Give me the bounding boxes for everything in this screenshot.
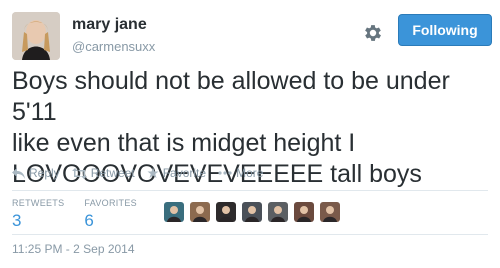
favoriter-avatars <box>164 202 346 222</box>
divider <box>12 190 488 191</box>
favorites-count[interactable]: 6 <box>84 211 137 231</box>
favoriter-avatar[interactable] <box>242 202 262 222</box>
reply-icon <box>12 167 25 179</box>
tweet-actions: Reply Retweet Favorite More <box>12 166 275 180</box>
favorite-action[interactable]: Favorite <box>147 166 206 180</box>
retweets-count[interactable]: 3 <box>12 211 64 231</box>
user-handle[interactable]: @carmensuxx <box>72 39 155 54</box>
tweet-header: mary jane @carmensuxx Following <box>12 12 492 60</box>
more-dots-icon <box>218 171 232 175</box>
reply-label: Reply <box>29 166 60 180</box>
favoriter-avatar[interactable] <box>216 202 236 222</box>
retweets-label: RETWEETS <box>12 198 65 208</box>
tweet-timestamp[interactable]: 11:25 PM - 2 Sep 2014 <box>12 242 135 256</box>
tweet-stats: RETWEETS 3 FAVORITES 6 <box>12 198 157 231</box>
avatar-photo <box>294 202 314 222</box>
retweet-action[interactable]: Retweet <box>71 166 135 180</box>
retweet-icon <box>71 167 87 179</box>
avatar-photo <box>320 202 340 222</box>
avatar-photo <box>164 202 184 222</box>
avatar-photo <box>190 202 210 222</box>
avatar-photo <box>216 202 236 222</box>
avatar-photo <box>12 12 60 60</box>
retweet-label: Retweet <box>90 166 135 180</box>
user-avatar[interactable] <box>12 12 60 60</box>
user-display-name[interactable]: mary jane <box>72 16 147 34</box>
avatar-photo <box>268 202 288 222</box>
favorites-stat[interactable]: FAVORITES 6 <box>84 198 137 231</box>
favoriter-avatar[interactable] <box>190 202 210 222</box>
gear-icon[interactable] <box>362 22 384 44</box>
star-icon <box>147 167 159 178</box>
favoriter-avatar[interactable] <box>320 202 340 222</box>
retweets-stat[interactable]: RETWEETS 3 <box>12 198 64 231</box>
divider <box>12 234 488 235</box>
more-action[interactable]: More <box>218 166 263 180</box>
reply-action[interactable]: Reply <box>12 166 60 180</box>
favoriter-avatar[interactable] <box>294 202 314 222</box>
avatar-photo <box>242 202 262 222</box>
favorite-label: Favorite <box>162 166 207 180</box>
favorites-label: FAVORITES <box>84 198 137 208</box>
more-label: More <box>236 166 264 180</box>
favoriter-avatar[interactable] <box>268 202 288 222</box>
favoriter-avatar[interactable] <box>164 202 184 222</box>
following-button[interactable]: Following <box>398 14 492 46</box>
